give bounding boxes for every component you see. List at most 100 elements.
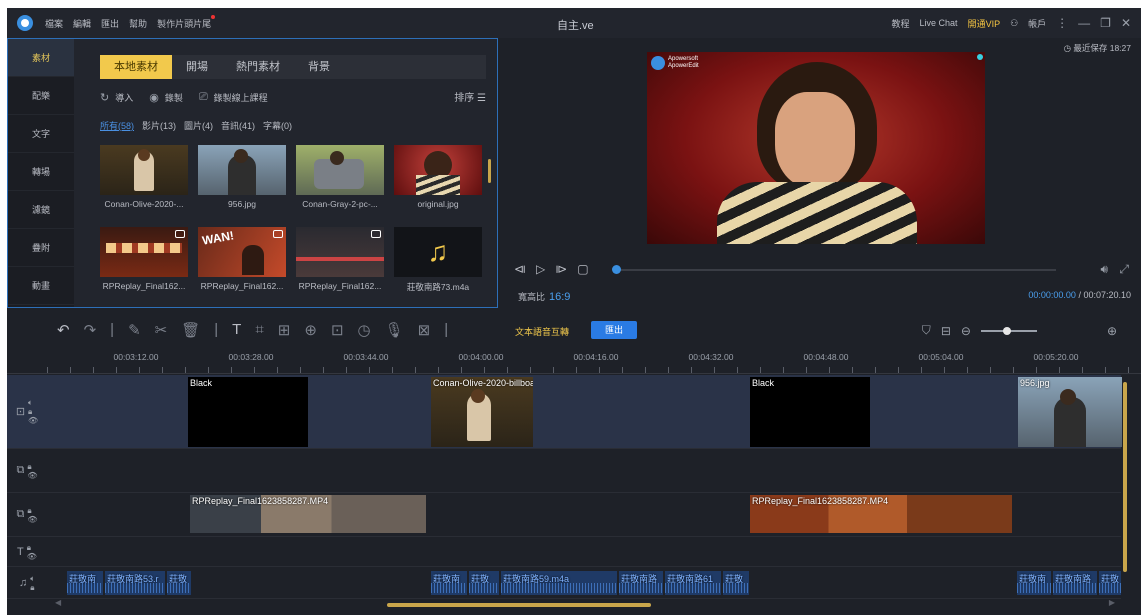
timeline-horizontal-scrollbar[interactable] — [387, 603, 651, 607]
undo-icon[interactable]: ↶ — [57, 321, 70, 339]
sidebar-item-media[interactable]: 素材 — [8, 39, 74, 77]
marker-icon[interactable]: ⛉ — [922, 323, 931, 338]
seek-handle[interactable] — [612, 265, 621, 274]
audio-clip[interactable]: 莊敬南路 — [619, 571, 663, 595]
screen-record-icon[interactable]: ⎚ — [199, 91, 208, 104]
track-controls-icon[interactable]: 🔒︎ 👁︎ — [27, 506, 37, 524]
sidebar-item-overlay[interactable]: 疊附 — [8, 229, 74, 267]
tab-popular[interactable]: 熱門素材 — [222, 55, 294, 79]
filter-video[interactable]: 影片(13) — [142, 119, 176, 132]
menu-help[interactable]: 幫助 — [129, 17, 147, 30]
more-menu-icon[interactable]: ⋮ — [1056, 16, 1068, 30]
stop-icon[interactable]: ▢ — [577, 262, 588, 276]
delete-icon[interactable]: 🗑︎ — [181, 321, 200, 339]
audio-clip[interactable]: 莊敬 — [1099, 571, 1121, 595]
tab-opening[interactable]: 開場 — [172, 55, 222, 79]
crop-icon[interactable]: ⌗ — [255, 321, 263, 339]
edit-icon[interactable]: ✎ — [128, 321, 141, 339]
text-to-speech-button[interactable]: 文本語音互轉 — [515, 325, 569, 338]
watermark-close-icon[interactable] — [977, 54, 983, 60]
tutorial-link[interactable]: 教程 — [892, 17, 910, 30]
audio-clip[interactable]: 莊敬南 — [1017, 571, 1051, 595]
record-button[interactable]: 錄製 — [165, 91, 183, 104]
filter-image[interactable]: 圖片(4) — [184, 119, 213, 132]
filter-subtitle[interactable]: 字幕(0) — [263, 119, 292, 132]
menu-edit[interactable]: 編輯 — [73, 17, 91, 30]
zoom-slider[interactable] — [980, 326, 1037, 335]
audio-clip[interactable]: 莊敬南 — [67, 571, 103, 595]
media-item[interactable]: RPReplay_Final162... — [296, 227, 384, 291]
scroll-left-icon[interactable]: ◀ — [55, 598, 61, 607]
sort-button[interactable]: 排序 ☰ — [454, 89, 486, 104]
track-controls-icon[interactable]: 🔒︎ 👁︎ — [27, 543, 37, 561]
redo-icon[interactable]: ↷ — [84, 321, 97, 339]
media-item[interactable]: RPReplay_Final162... — [100, 227, 188, 291]
timeline-vertical-scrollbar[interactable] — [1123, 382, 1127, 572]
record-online-button[interactable]: 錄製線上課程 — [214, 91, 268, 104]
tab-local-media[interactable]: 本地素材 — [100, 55, 172, 79]
video-clip[interactable]: Black — [750, 377, 870, 447]
split-icon[interactable]: ⊕ — [304, 321, 317, 339]
prev-frame-icon[interactable]: ⧏ — [514, 262, 526, 276]
audio-clip[interactable]: 莊敬南路53.r — [105, 571, 165, 595]
menu-intro-outro[interactable]: 製作片頭片尾 — [157, 14, 216, 30]
fit-icon[interactable]: ⊟ — [941, 324, 951, 338]
video-clip[interactable]: Conan-Olive-2020-billboard-cr-brian-ziff… — [431, 377, 533, 447]
media-scrollbar[interactable] — [488, 159, 491, 183]
microphone-icon[interactable]: 🎙︎ — [385, 321, 404, 339]
preview-video[interactable]: Apowersoft ApowerEdit — [647, 52, 985, 244]
zoom-out-icon[interactable]: ⊖ — [961, 324, 971, 338]
sidebar-item-filter[interactable]: 濾鏡 — [8, 191, 74, 229]
next-frame-icon[interactable]: ⧐ — [555, 262, 567, 276]
sidebar-item-text[interactable]: 文字 — [8, 115, 74, 153]
zoom-in-icon[interactable]: ⊕ — [1107, 324, 1117, 338]
audio-clip[interactable]: 莊敬南路61 — [665, 571, 721, 595]
audio-clip[interactable]: 莊敬 — [723, 571, 749, 595]
speed-icon[interactable]: ◷ — [358, 321, 371, 339]
snapshot-icon[interactable]: ⊠ — [418, 321, 431, 339]
import-icon[interactable]: ↻ — [100, 91, 109, 104]
sidebar-item-music[interactable]: 配樂 — [8, 77, 74, 115]
filter-audio[interactable]: 音訊(41) — [221, 119, 255, 132]
menu-export[interactable]: 匯出 — [101, 17, 119, 30]
cut-icon[interactable]: ✂ — [155, 321, 168, 339]
track-controls-icon[interactable]: 🔈︎ 🔒︎ — [30, 574, 35, 592]
media-item[interactable]: Conan-Olive-2020-... — [100, 145, 188, 209]
audio-clip[interactable]: 莊敬 — [167, 571, 191, 595]
volume-icon[interactable]: 🔊︎ — [1100, 262, 1108, 276]
account-icon[interactable]: ⚇ — [1010, 18, 1018, 29]
mosaic-icon[interactable]: ⊞ — [278, 321, 291, 339]
media-item[interactable]: Conan-Gray-2-pc-... — [296, 145, 384, 209]
pip-clip[interactable]: RPReplay_Final1623858287.MP4 — [750, 495, 1012, 533]
vip-link[interactable]: 開通VIP — [968, 17, 1001, 30]
video-clip[interactable]: 956.jpg — [1018, 377, 1122, 447]
audio-clip[interactable]: 莊敬南路59.m4a — [501, 571, 617, 595]
timeline-ruler[interactable]: 00:03:12.00 00:03:28.00 00:03:44.00 00:0… — [7, 348, 1141, 374]
media-item[interactable]: 956.jpg — [198, 145, 286, 209]
account-link[interactable]: 帳戶 — [1028, 17, 1046, 30]
audio-clip[interactable]: 莊敬南路 — [1053, 571, 1097, 595]
tab-background[interactable]: 背景 — [294, 55, 344, 79]
sidebar-item-animation[interactable]: 動畫 — [8, 267, 74, 305]
video-clip[interactable]: Black — [188, 377, 308, 447]
maximize-icon[interactable]: ❐ — [1100, 16, 1111, 30]
close-icon[interactable]: ✕ — [1121, 16, 1131, 30]
media-item[interactable]: original.jpg — [394, 145, 482, 209]
filter-all[interactable]: 所有(58) — [100, 119, 134, 132]
screen-icon[interactable]: ⊡ — [331, 321, 344, 339]
track-controls-icon[interactable]: 🔒︎ 👁︎ — [27, 462, 37, 480]
fullscreen-icon[interactable]: ⤢ — [1119, 262, 1129, 276]
audio-clip[interactable]: 莊敬南 — [431, 571, 467, 595]
menu-file[interactable]: 檔案 — [45, 17, 63, 30]
aspect-ratio[interactable]: 寬高比 16:9 — [518, 290, 570, 303]
media-item[interactable]: ♫ 莊敬南路73.m4a — [394, 227, 482, 293]
live-chat-link[interactable]: Live Chat — [920, 18, 958, 28]
track-controls-icon[interactable]: 🔈︎ 🔒︎ 👁︎ — [28, 398, 38, 425]
text-icon[interactable]: T — [232, 321, 241, 339]
seek-bar[interactable] — [616, 269, 1056, 271]
play-icon[interactable]: ▷ — [536, 262, 545, 276]
scroll-right-icon[interactable]: ▶ — [1109, 598, 1115, 607]
export-button[interactable]: 匯出 — [591, 321, 637, 339]
sidebar-item-transition[interactable]: 轉場 — [8, 153, 74, 191]
minimize-icon[interactable]: — — [1078, 16, 1090, 30]
